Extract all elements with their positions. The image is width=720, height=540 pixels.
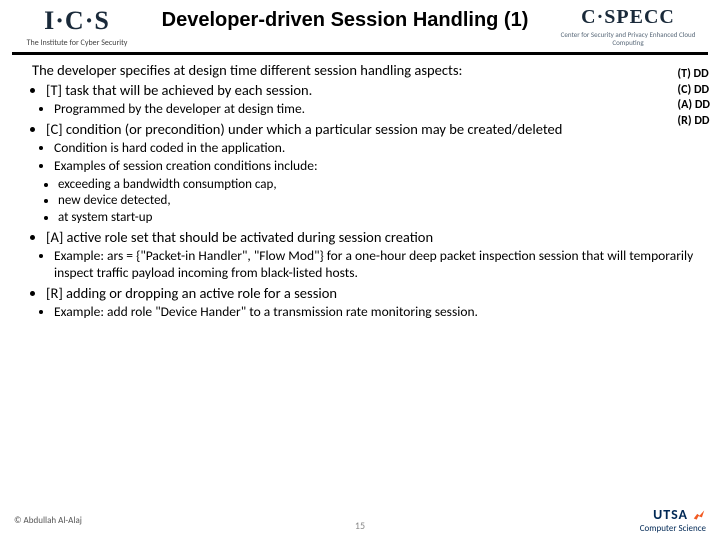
copyright-text: © Abdullah Al-Alaj — [14, 515, 82, 526]
item-t-sub-0: Programmed by the developer at design ti… — [54, 101, 696, 118]
item-r-sub-0: Example: add role "Device Hander" to a t… — [54, 304, 696, 321]
roadrunner-icon — [692, 508, 706, 522]
item-a: [A] active role set that should be activ… — [46, 228, 696, 246]
slide-header: I·C·S The Institute for Cyber Security D… — [0, 0, 720, 48]
slide-title: Developer-driven Session Handling (1) — [142, 6, 548, 32]
legend-c: (C) DD — [677, 83, 710, 99]
ics-logo-text: I·C·S — [44, 6, 110, 36]
left-logo: I·C·S The Institute for Cyber Security — [12, 6, 142, 48]
item-c: [C] condition (or precondition) under wh… — [46, 120, 696, 138]
header-divider — [12, 52, 708, 55]
legend-a: (A) DD — [677, 98, 710, 114]
item-c-sub2-0: exceeding a bandwidth consumption cap, — [58, 177, 696, 193]
cspecc-logo-subtitle: Center for Security and Privacy Enhanced… — [548, 31, 708, 46]
side-legend: (T) DD (C) DD (A) DD (R) DD — [677, 67, 710, 129]
bullet-list: [T] task that will be achieved by each s… — [32, 81, 696, 99]
item-c-sub2-1: new device detected, — [58, 193, 696, 209]
legend-r: (R) DD — [677, 114, 710, 130]
item-c-sub-1: Examples of session creation conditions … — [54, 158, 696, 175]
cspecc-logo-text: C·SPECC — [581, 6, 675, 29]
right-logo: C·SPECC Center for Security and Privacy … — [548, 6, 708, 46]
item-a-sub-0: Example: ars = {"Packet-in Handler", "Fl… — [54, 248, 696, 282]
item-t: [T] task that will be achieved by each s… — [46, 81, 696, 99]
utsa-logo: UTSA Computer Science — [640, 506, 706, 534]
slide-footer: © Abdullah Al-Alaj UTSA Computer Science — [0, 506, 720, 534]
ics-logo-subtitle: The Institute for Cyber Security — [27, 38, 128, 48]
intro-text: The developer specifies at design time d… — [32, 61, 696, 79]
utsa-subtext: Computer Science — [640, 523, 706, 534]
item-c-sub-0: Condition is hard coded in the applicati… — [54, 140, 696, 157]
item-r: [R] adding or dropping an active role fo… — [46, 284, 696, 302]
legend-t: (T) DD — [677, 67, 710, 83]
slide-body: (T) DD (C) DD (A) DD (R) DD The develope… — [0, 61, 720, 321]
utsa-text: UTSA — [653, 506, 688, 523]
item-c-sub2-2: at system start-up — [58, 210, 696, 226]
